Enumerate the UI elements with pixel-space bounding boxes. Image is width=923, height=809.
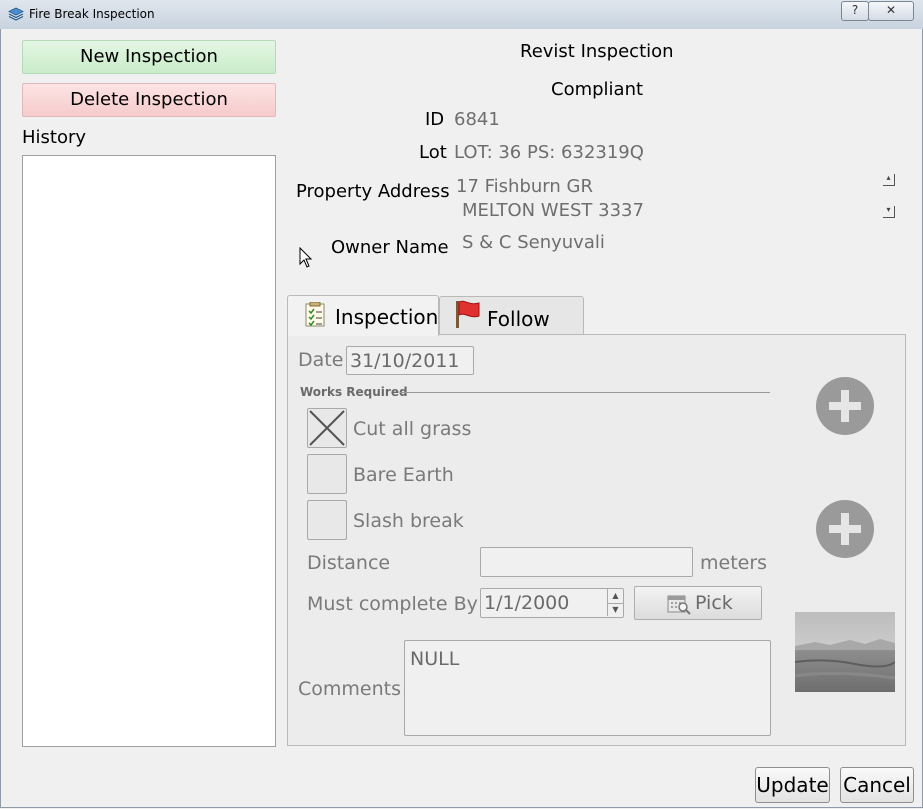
tab-inspection[interactable]: Inspection	[287, 295, 439, 336]
title-bar: Fire Break Inspection ? ✕	[0, 0, 923, 30]
status-label: Compliant	[551, 79, 644, 100]
distance-label: Distance	[307, 552, 391, 574]
address-line-1: 17 Fishburn GR	[456, 176, 593, 197]
lot-label: Lot	[419, 142, 447, 163]
tab-inspection-label: Inspection	[335, 305, 439, 329]
works-required-label: Works Required	[300, 385, 408, 399]
date-value: 31/10/2011	[350, 350, 460, 372]
id-label: ID	[425, 109, 445, 130]
address-label: Property Address	[296, 181, 450, 202]
history-label: History	[22, 127, 87, 148]
page-heading: Revist Inspection	[520, 41, 674, 62]
complete-by-spinbox[interactable]: 1/1/2000 ▲ ▼	[480, 588, 624, 618]
comments-label: Comments	[298, 678, 401, 700]
works-divider	[400, 392, 770, 393]
scroll-up-icon[interactable]: ▴	[883, 174, 895, 186]
add-plus-icon[interactable]	[816, 377, 874, 435]
tab-follow-up[interactable]: Follow Up	[439, 296, 584, 355]
calendar-search-icon	[667, 595, 691, 615]
distance-input[interactable]	[480, 547, 693, 577]
add-plus-icon-2[interactable]	[816, 500, 874, 558]
delete-inspection-button[interactable]: Delete Inspection	[22, 83, 276, 117]
distance-unit: meters	[700, 552, 768, 574]
checklist-icon	[305, 302, 325, 327]
mouse-cursor-icon	[299, 247, 313, 268]
owner-value: S & C Senyuvali	[462, 232, 605, 253]
owner-label: Owner Name	[331, 237, 449, 258]
bare-earth-label: Bare Earth	[353, 464, 454, 486]
complete-by-label: Must complete By	[307, 593, 478, 615]
cancel-button[interactable]: Cancel	[840, 767, 914, 803]
window-title: Fire Break Inspection	[29, 7, 155, 21]
slash-break-checkbox[interactable]	[307, 500, 347, 540]
history-list[interactable]	[22, 155, 276, 747]
close-button[interactable]: ✕	[868, 1, 914, 21]
comments-textarea[interactable]: NULL	[404, 640, 771, 736]
complete-by-value: 1/1/2000	[484, 592, 570, 614]
cut-all-grass-label: Cut all grass	[353, 418, 472, 440]
date-field[interactable]: 31/10/2011	[346, 346, 474, 375]
app-layers-icon	[8, 7, 24, 21]
spin-down-icon[interactable]: ▼	[607, 603, 623, 616]
scroll-down-icon[interactable]: ▾	[883, 206, 895, 218]
date-label: Date	[298, 349, 344, 371]
lot-value: LOT: 36 PS: 632319Q	[454, 142, 644, 163]
spin-up-icon[interactable]: ▲	[607, 589, 623, 604]
cut-all-grass-checkbox[interactable]	[307, 408, 347, 448]
address-line-2: MELTON WEST 3337	[462, 200, 644, 221]
pick-date-button[interactable]: Pick	[634, 586, 762, 620]
red-flag-icon	[456, 300, 480, 328]
update-button[interactable]: Update	[755, 767, 830, 803]
comments-value: NULL	[410, 648, 460, 670]
slash-break-label: Slash break	[353, 510, 464, 532]
bare-earth-checkbox[interactable]	[307, 454, 347, 494]
pick-label: Pick	[695, 592, 733, 614]
checked-x-icon	[309, 410, 345, 446]
new-inspection-button[interactable]: New Inspection	[22, 40, 276, 74]
property-photo[interactable]	[795, 612, 895, 692]
help-button[interactable]: ?	[841, 1, 869, 21]
id-value: 6841	[454, 109, 500, 130]
